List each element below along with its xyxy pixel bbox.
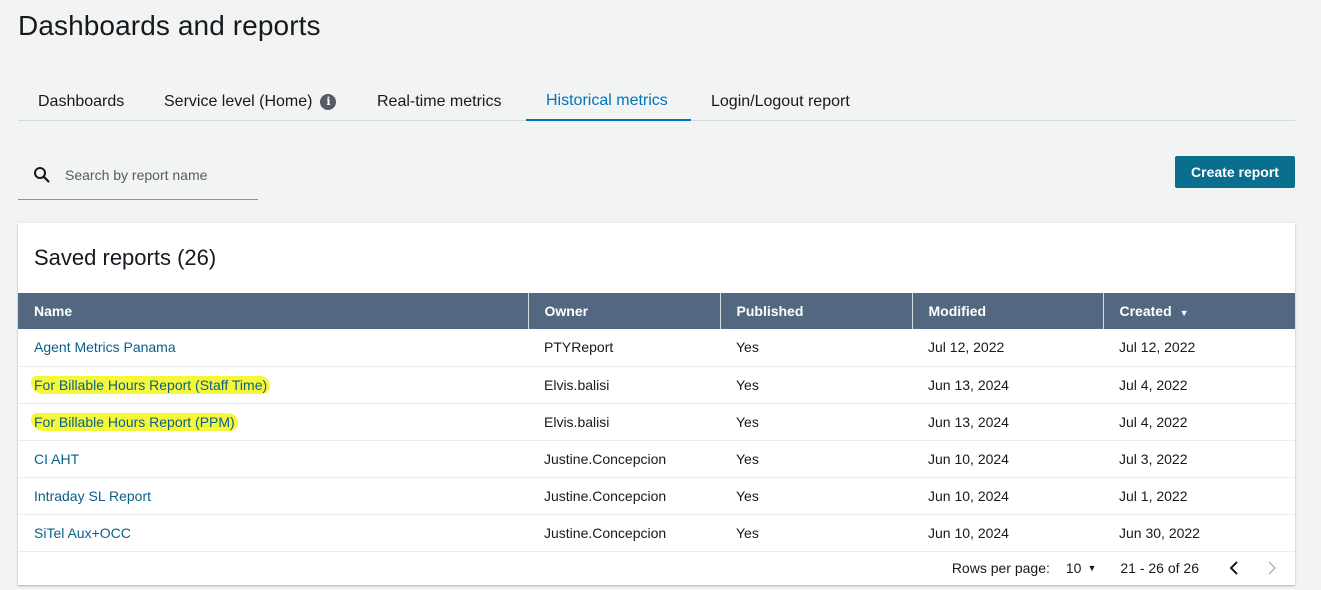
owner-cell: Justine.Concepcion — [528, 514, 720, 552]
chevron-left-icon — [1229, 561, 1238, 575]
modified-cell: Jun 10, 2024 — [912, 514, 1103, 552]
modified-cell: Jun 13, 2024 — [912, 403, 1103, 441]
table-row: For Billable Hours Report (Staff Time) E… — [18, 366, 1295, 404]
search-input[interactable] — [65, 166, 245, 183]
tab-login-logout-report[interactable]: Login/Logout report — [691, 82, 881, 121]
report-name-link[interactable]: SiTel Aux+OCC — [18, 514, 528, 552]
tab-dashboards[interactable]: Dashboards — [18, 82, 144, 121]
owner-cell: Elvis.balisi — [528, 366, 720, 404]
table-header-row: Name Owner Published Modified Created ▼ — [18, 293, 1295, 329]
published-cell: Yes — [720, 514, 912, 552]
created-cell: Jul 12, 2022 — [1103, 329, 1295, 367]
table-row: SiTel Aux+OCC Justine.Concepcion Yes Jun… — [18, 514, 1295, 552]
report-name-link[interactable]: Agent Metrics Panama — [18, 329, 528, 367]
column-header-owner[interactable]: Owner — [527, 293, 720, 329]
next-page-button[interactable] — [1265, 560, 1279, 576]
tab-label: Historical metrics — [546, 91, 668, 109]
owner-cell: Justine.Concepcion — [528, 477, 720, 515]
saved-reports-panel: Saved reports (26) Name Owner Published … — [18, 223, 1295, 585]
report-name-link[interactable]: For Billable Hours Report (PPM) — [31, 412, 238, 431]
published-cell: Yes — [720, 440, 912, 478]
tab-service-level[interactable]: Service level (Home) i — [144, 82, 357, 121]
search-box — [18, 150, 258, 200]
column-header-published[interactable]: Published — [719, 293, 912, 329]
owner-cell: Elvis.balisi — [528, 403, 720, 441]
created-cell: Jul 1, 2022 — [1103, 477, 1295, 515]
rows-per-page-select[interactable]: 10 ▼ — [1066, 560, 1097, 576]
modified-cell: Jul 12, 2022 — [912, 329, 1103, 367]
rows-per-page-label: Rows per page: — [951, 560, 1050, 576]
column-header-created[interactable]: Created ▼ — [1102, 293, 1295, 329]
tab-label: Real-time metrics — [377, 92, 502, 110]
tab-label: Login/Logout report — [711, 92, 850, 110]
modified-cell: Jun 13, 2024 — [912, 366, 1103, 404]
column-header-label: Created — [1119, 303, 1172, 319]
previous-page-button[interactable] — [1227, 560, 1241, 576]
reports-table: Name Owner Published Modified Created ▼ A… — [18, 293, 1295, 552]
page-range: 21 - 26 of 26 — [1120, 560, 1199, 576]
published-cell: Yes — [720, 403, 912, 441]
report-name-link[interactable]: CI AHT — [18, 440, 528, 478]
tab-label: Service level (Home) — [164, 92, 313, 110]
modified-cell: Jun 10, 2024 — [912, 477, 1103, 515]
search-icon — [34, 166, 50, 183]
report-name-cell: For Billable Hours Report (PPM) — [18, 403, 528, 441]
page-title: Dashboards and reports — [18, 10, 321, 41]
created-cell: Jun 30, 2022 — [1103, 514, 1295, 552]
caret-down-icon: ▼ — [1087, 563, 1097, 573]
owner-cell: PTYReport — [528, 329, 720, 367]
chevron-right-icon — [1268, 561, 1277, 575]
table-row: For Billable Hours Report (PPM) Elvis.ba… — [18, 403, 1295, 441]
modified-cell: Jun 10, 2024 — [912, 440, 1103, 478]
column-header-name[interactable]: Name — [18, 293, 528, 329]
created-cell: Jul 4, 2022 — [1103, 403, 1295, 441]
create-report-button[interactable]: Create report — [1175, 156, 1295, 188]
sort-descending-icon: ▼ — [1179, 308, 1189, 318]
published-cell: Yes — [720, 477, 912, 515]
report-name-link[interactable]: For Billable Hours Report (Staff Time) — [31, 375, 271, 394]
report-name-cell: For Billable Hours Report (Staff Time) — [18, 366, 528, 404]
tab-real-time-metrics[interactable]: Real-time metrics — [357, 82, 526, 121]
rows-per-page-value: 10 — [1065, 560, 1082, 576]
created-cell: Jul 4, 2022 — [1103, 366, 1295, 404]
table-row: Agent Metrics Panama PTYReport Yes Jul 1… — [18, 329, 1295, 367]
created-cell: Jul 3, 2022 — [1103, 440, 1295, 478]
owner-cell: Justine.Concepcion — [528, 440, 720, 478]
tab-label: Dashboards — [38, 92, 125, 110]
column-header-modified[interactable]: Modified — [911, 293, 1103, 329]
published-cell: Yes — [720, 329, 912, 367]
tab-historical-metrics[interactable]: Historical metrics — [526, 82, 691, 121]
info-icon[interactable]: i — [320, 93, 337, 110]
pagination: Rows per page: 10 ▼ 21 - 26 of 26 — [952, 559, 1279, 577]
table-row: Intraday SL Report Justine.Concepcion Ye… — [18, 477, 1295, 515]
panel-title: Saved reports (26) — [34, 245, 217, 270]
published-cell: Yes — [720, 366, 912, 404]
table-row: CI AHT Justine.Concepcion Yes Jun 10, 20… — [18, 440, 1295, 478]
report-name-link[interactable]: Intraday SL Report — [18, 477, 528, 515]
tab-bar: Dashboards Service level (Home) i Real-t… — [18, 82, 1295, 121]
